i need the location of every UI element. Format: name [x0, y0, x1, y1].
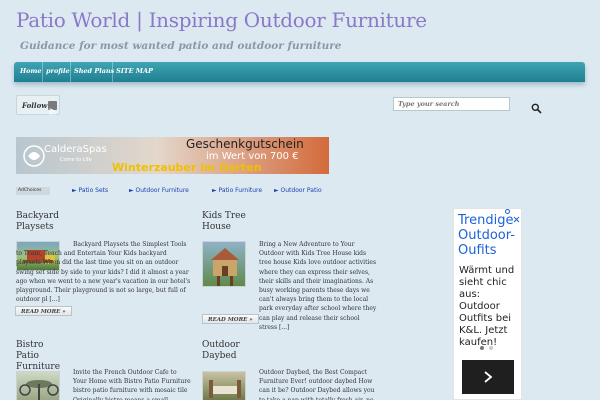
- sidebar-ad[interactable]: Trendige Outdoor-Oufits Wärmt und sieht …: [453, 208, 522, 400]
- ad-banner[interactable]: CalderaSpas Come to Life Geschenkgutsche…: [16, 137, 329, 174]
- nav-divider: [70, 62, 71, 82]
- side-ad-headline[interactable]: Trendige Outdoor-Oufits: [458, 213, 521, 258]
- ad-link-outdoor-furniture[interactable]: ► Outdoor Furniture: [129, 187, 189, 194]
- nav-divider: [42, 62, 43, 82]
- ad-link-patio-sets[interactable]: ► Patio Sets: [72, 187, 108, 194]
- main-nav: Home profile Shed Plans SITE MAP: [14, 62, 585, 82]
- carousel-dots: [480, 346, 494, 350]
- ad-close-icon[interactable]: [513, 208, 520, 223]
- chevron-right-icon: [484, 371, 493, 383]
- nav-item-site-map[interactable]: SITE MAP: [116, 67, 153, 75]
- post-title[interactable]: Kids Tree House: [202, 211, 247, 233]
- side-ad-next-button[interactable]: [462, 360, 514, 394]
- search-icon[interactable]: [531, 99, 542, 114]
- side-ad-body: Wärmt und sieht chic aus: Outdoor Outfit…: [459, 265, 515, 348]
- banner-brand: CalderaSpas: [44, 144, 107, 155]
- site-tagline: Guidance for most wanted patio and outdo…: [20, 40, 342, 52]
- follow-label: Follow: [22, 101, 48, 110]
- ad-link-patio-furniture[interactable]: ► Patio Furniture: [212, 187, 262, 194]
- nav-item-profile[interactable]: profile: [46, 67, 70, 75]
- post-excerpt: Outdoor Daybed, the Best Compact Furnitu…: [259, 369, 375, 400]
- banner-tagline: Winterzauber im Garten: [112, 161, 262, 174]
- ad-info-icon[interactable]: [505, 209, 510, 214]
- rss-icon: [48, 101, 57, 115]
- post-title[interactable]: Outdoor Daybed: [202, 340, 247, 362]
- read-more-button[interactable]: READ MORE »: [15, 306, 72, 316]
- banner-headline: Geschenkgutschein: [186, 137, 304, 151]
- follow-button[interactable]: Follow: [16, 95, 60, 115]
- post-title[interactable]: Backyard Playsets: [16, 211, 61, 233]
- nav-item-shed-plans[interactable]: Shed Plans: [74, 67, 114, 75]
- carousel-dot[interactable]: [480, 346, 484, 350]
- adchoices-label[interactable]: AdChoices: [16, 187, 50, 195]
- nav-divider: [112, 62, 113, 82]
- post-excerpt: Backyard Playsets the Simplest Tools to …: [16, 241, 191, 304]
- site-title[interactable]: Patio World | Inspiring Outdoor Furnitur…: [16, 8, 427, 32]
- post-excerpt: Invite the French Outdoor Cafe to Your H…: [73, 369, 191, 400]
- ad-link-outdoor-patio[interactable]: ► Outdoor Patio: [274, 187, 322, 194]
- search-input[interactable]: [393, 97, 510, 111]
- banner-brand-sub: Come to Life: [60, 157, 92, 163]
- nav-item-home[interactable]: Home: [20, 67, 42, 75]
- ad-links-bar: AdChoices ► Patio Sets ► Outdoor Furnitu…: [16, 187, 328, 196]
- carousel-dot[interactable]: [489, 346, 493, 350]
- read-more-button[interactable]: READ MORE »: [202, 314, 259, 324]
